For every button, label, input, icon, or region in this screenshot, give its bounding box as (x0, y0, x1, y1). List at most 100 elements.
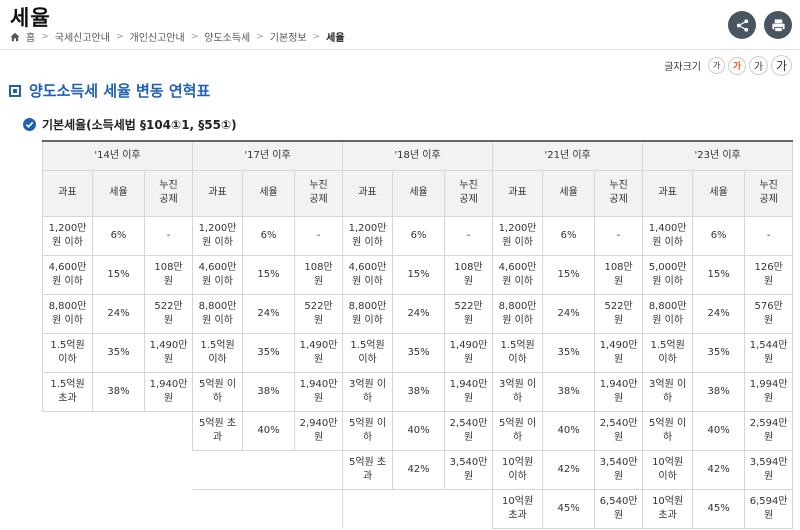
tax-rate-cell: 6% (542, 215, 596, 256)
tax-base-cell: 5억원 초과 (342, 449, 394, 490)
deduction-cell: - (744, 215, 794, 256)
tax-base-header: 과표 (192, 169, 244, 217)
tax-base-cell: 8,800만 원 이하 (642, 293, 694, 334)
print-icon (771, 18, 785, 32)
tax-rate-cell: 6% (392, 215, 446, 256)
deduction-cell: 522만 원 (143, 293, 194, 334)
chevron-right-icon: > (41, 31, 49, 42)
breadcrumb-item[interactable]: 국세신고안내 (55, 29, 110, 44)
tax-rate-cell: 38% (92, 371, 145, 412)
tax-base-cell: 8,800만 원 이하 (42, 293, 93, 334)
home-icon (10, 32, 20, 41)
font-size-larger-button[interactable]: 가 (749, 56, 768, 75)
tax-base-cell: 1.5억원 이하 (492, 332, 544, 373)
tax-rate-header: 세율 (392, 169, 446, 217)
font-size-smaller-button[interactable]: 가 (708, 57, 725, 74)
deduction-cell: - (143, 215, 194, 256)
empty-cell (42, 411, 193, 450)
tax-rate-header: 세율 (692, 169, 746, 217)
tax-base-cell: 5억원 이하 (192, 371, 244, 412)
share-button[interactable] (728, 11, 756, 39)
tax-rate-cell: 45% (692, 488, 746, 529)
deduction-cell: 522만 원 (594, 293, 644, 334)
tax-rate-cell: 15% (392, 254, 446, 295)
deduction-cell: 108만 원 (143, 254, 194, 295)
table-row: 1,200만 원 이하 6% -1,200만 원 이하 6% -1,200만 원 이하 6% -1… (42, 215, 794, 256)
tax-base-cell: 1,200만 원 이하 (42, 215, 93, 256)
tax-rate-cell: 24% (92, 293, 145, 334)
period-header: '17년 이후 (192, 140, 344, 171)
tax-base-cell: 10억원 초과 (642, 488, 694, 529)
tax-rate-cell: 24% (692, 293, 746, 334)
deduction-cell: 6,594만 원 (744, 488, 794, 529)
tax-base-cell: 5,000만 원 이하 (642, 254, 694, 295)
subsection-heading: 기본세율(소득세법 §104①1, §55①) (23, 116, 237, 133)
deduction-cell: - (444, 215, 494, 256)
progressive-deduction-header: 누진 공제 (444, 169, 494, 217)
tax-base-cell: 3억원 이하 (642, 371, 694, 412)
tax-rate-cell: 42% (692, 449, 746, 490)
tax-base-cell: 4,600만 원 이하 (42, 254, 93, 295)
tax-rate-cell: 15% (692, 254, 746, 295)
deduction-cell: 108만 원 (294, 254, 344, 295)
empty-cell (192, 449, 344, 489)
tax-rate-cell: 35% (392, 332, 446, 373)
deduction-cell: 1,940만 원 (594, 371, 644, 412)
chevron-right-icon: > (190, 31, 199, 42)
deduction-cell: 126만 원 (744, 254, 794, 295)
deduction-cell: 2,594만 원 (744, 410, 794, 451)
tax-rate-cell: 40% (692, 410, 746, 451)
tax-base-cell: 1,200만 원 이하 (492, 215, 544, 256)
breadcrumb-home[interactable]: 홈 (26, 29, 35, 44)
tax-base-cell: 4,600만 원 이하 (192, 254, 244, 295)
tax-base-cell: 3억원 이하 (492, 371, 544, 412)
breadcrumb: 홈 > 국세신고안내 > 개인신고안내 > 양도소득세 > 기본정보 > 세율 (10, 29, 345, 44)
breadcrumb-item[interactable]: 양도소득세 (204, 29, 250, 44)
section-title: 양도소득세 세율 변동 연혁표 (29, 82, 211, 100)
deduction-cell: 2,540만 원 (444, 410, 494, 451)
breadcrumb-item[interactable]: 개인신고안내 (130, 29, 185, 44)
subsection-title: 기본세율(소득세법 §104①1, §55①) (42, 118, 237, 132)
breadcrumb-item[interactable]: 기본정보 (270, 29, 307, 44)
empty-cell (342, 488, 494, 528)
tax-base-cell: 1,200만 원 이하 (342, 215, 394, 256)
progressive-deduction-header: 누진 공제 (594, 169, 644, 217)
deduction-cell: 1,490만 원 (444, 332, 494, 373)
font-size-label: 글자크기 (664, 62, 701, 73)
tax-rate-cell: 6% (692, 215, 746, 256)
empty-cell (42, 450, 193, 489)
tax-rate-cell: 15% (542, 254, 596, 295)
tax-base-cell: 5억원 초과 (192, 410, 244, 451)
deduction-cell: - (594, 215, 644, 256)
tax-rate-cell: 40% (392, 410, 446, 451)
breadcrumb-current: 세율 (326, 33, 345, 44)
deduction-cell: 1,490만 원 (143, 332, 194, 373)
tax-base-cell: 8,800만 원 이하 (492, 293, 544, 334)
tax-rate-cell: 35% (692, 332, 746, 373)
tax-rate-cell: 15% (242, 254, 296, 295)
deduction-cell: 1,490만 원 (294, 332, 344, 373)
deduction-cell: 6,540만 원 (594, 488, 644, 529)
chevron-right-icon: > (256, 31, 264, 42)
period-header: '23년 이후 (642, 140, 794, 171)
tax-rate-cell: 38% (542, 371, 596, 412)
page-title: 세율 (10, 6, 51, 30)
tax-rate-cell: 15% (92, 254, 145, 295)
share-icon (736, 18, 748, 32)
deduction-cell: 522만 원 (294, 293, 344, 334)
table-row: 5억원 초 과 42% 3,540만 원 10억원 이하 42% 3,540만 원 10억원 이하 42… (42, 449, 794, 490)
tax-base-cell: 10억원 이하 (492, 449, 544, 490)
progressive-deduction-header: 누진 공제 (143, 169, 194, 217)
tax-rate-cell: 24% (392, 293, 446, 334)
deduction-cell: 522만 원 (444, 293, 494, 334)
font-size-default-button[interactable]: 가 (728, 56, 746, 75)
font-size-control: 글자크기 가 가 가 가 (664, 55, 792, 76)
check-circle-icon (23, 118, 36, 131)
tax-base-header: 과표 (42, 169, 93, 217)
chevron-right-icon: > (115, 31, 124, 42)
table-row: 4,600만 원 이하 15% 108만 원 4,600만 원 이하 15% 108만 원 4,60… (42, 254, 794, 295)
tax-rate-cell: 45% (542, 488, 596, 529)
deduction-cell: 108만 원 (444, 254, 494, 295)
print-button[interactable] (764, 11, 792, 39)
font-size-largest-button[interactable]: 가 (771, 55, 792, 76)
